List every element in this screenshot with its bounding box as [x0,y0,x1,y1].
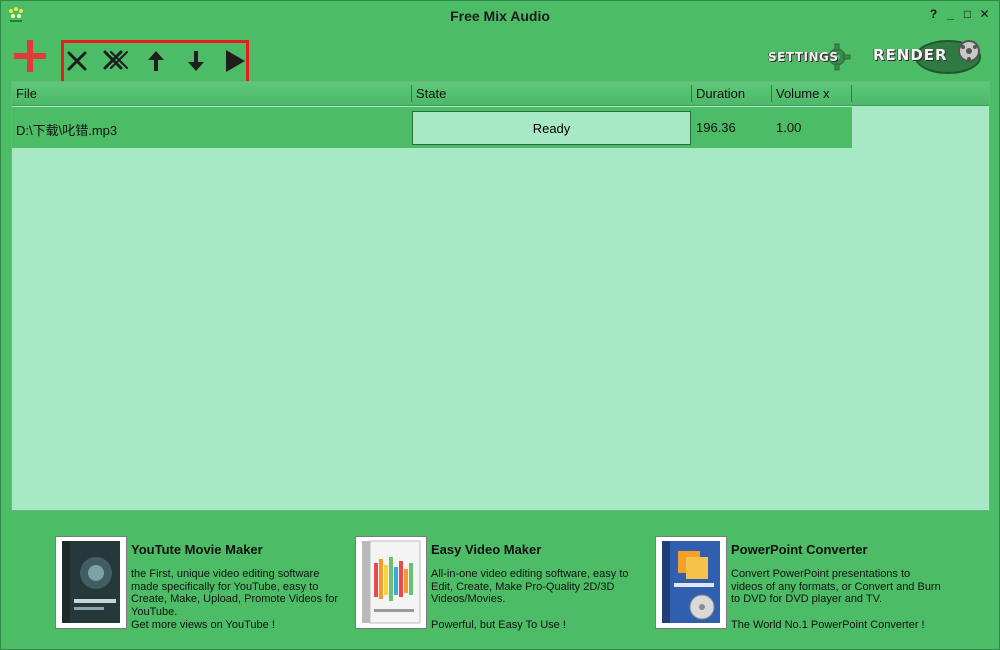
window-title: Free Mix Audio [450,8,550,24]
promo-title[interactable]: Easy Video Maker [431,542,541,557]
promo-tagline: Powerful, but Easy To Use ! [431,619,566,631]
easy-video-maker-box-image[interactable] [355,536,427,629]
close-button[interactable]: ✕ [978,7,991,21]
youtube-movie-maker-box-image[interactable] [55,536,127,629]
volume-cell: 1.00 [776,120,802,135]
column-header-duration[interactable]: Duration [696,86,745,101]
promo-title[interactable]: YouTute Movie Maker [131,542,263,557]
column-divider[interactable] [411,85,412,102]
column-divider[interactable] [771,85,772,102]
toolbar: SETTINGS RENDER [1,31,999,91]
column-divider[interactable] [691,85,692,102]
column-header-file[interactable]: File [16,86,37,101]
minimize-button[interactable]: _ [944,7,957,21]
render-label: RENDER [873,46,948,64]
help-button[interactable]: ? [927,7,940,21]
file-list[interactable]: File State Duration Volume x D:\下载\叱错.mp… [11,81,990,511]
powerpoint-converter-box-image[interactable] [655,536,727,629]
column-divider[interactable] [851,85,852,102]
promo-description: the First, unique video editing software… [131,568,339,618]
title-bar: Free Mix Audio ? _ □ ✕ [1,1,999,31]
state-cell: Ready [412,111,691,145]
settings-label: SETTINGS [768,50,839,64]
promo-title[interactable]: PowerPoint Converter [731,542,868,557]
column-header-volume[interactable]: Volume x [776,86,829,101]
duration-cell: 196.36 [696,120,736,135]
promo-youtube-movie-maker[interactable]: YouTute Movie Maker the First, unique vi… [55,536,355,631]
move-up-icon[interactable] [145,49,167,73]
table-row[interactable]: D:\下载\叱错.mp3 Ready 196.36 1.00 [12,107,852,148]
move-down-icon[interactable] [185,49,207,73]
window-controls: ? _ □ ✕ [927,7,991,21]
render-button[interactable]: RENDER [869,37,985,77]
app-window: Free Mix Audio ? _ □ ✕ SETTINGS RENDER F… [0,0,1000,650]
list-header: File State Duration Volume x [12,82,989,106]
remove-icon[interactable] [65,49,89,73]
maximize-button[interactable]: □ [961,7,974,21]
promo-easy-video-maker[interactable]: Easy Video Maker All-in-one video editin… [355,536,655,631]
column-header-state[interactable]: State [416,86,446,101]
play-icon[interactable] [223,48,247,74]
promo-powerpoint-converter[interactable]: PowerPoint Converter Convert PowerPoint … [655,536,955,631]
settings-button[interactable]: SETTINGS [765,41,853,71]
promo-tagline: Get more views on YouTube ! [131,619,275,631]
promo-description: Convert PowerPoint presentations to vide… [731,568,941,606]
file-path-cell: D:\下载\叱错.mp3 [16,123,118,138]
promo-tagline: The World No.1 PowerPoint Converter ! [731,619,925,631]
remove-all-icon[interactable] [101,48,131,74]
promo-description: All-in-one video editing software, easy … [431,568,629,606]
add-file-icon[interactable] [11,37,49,75]
